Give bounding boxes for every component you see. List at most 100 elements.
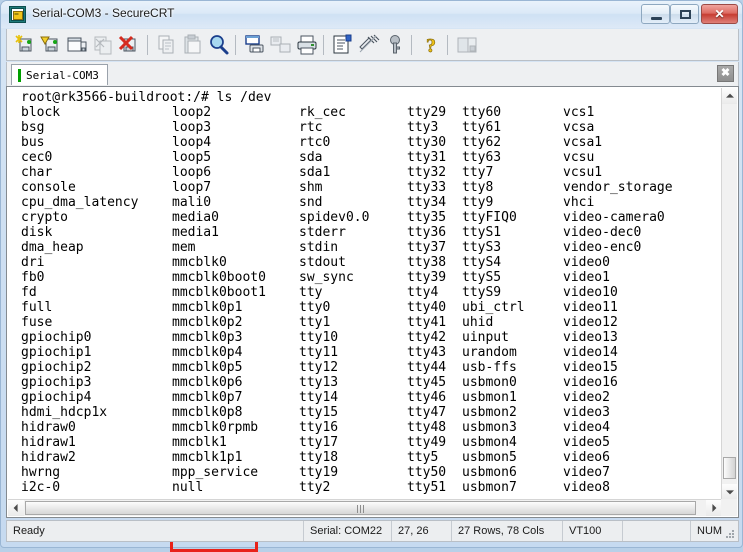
terminal-entry-video0: video0 [563, 255, 610, 270]
terminal-entry-stdout: stdout [299, 255, 346, 270]
status-blank [622, 521, 690, 541]
tab-close-button[interactable]: ✖ [717, 65, 734, 82]
terminal-entry-mmcblk0rpmb: mmcblk0rpmb [172, 420, 258, 435]
terminal-entry-tty12: tty12 [299, 360, 338, 375]
session-options-icon[interactable] [331, 33, 355, 57]
terminal-entry-mmcblk0p2: mmcblk0p2 [172, 315, 242, 330]
clone-session-icon[interactable] [91, 33, 115, 57]
terminal-entry-usb-ffs: usb-ffs [462, 360, 517, 375]
disconnect-icon[interactable] [117, 33, 141, 57]
status-serial: Serial: COM22 [303, 521, 391, 541]
terminal-entry-tty16: tty16 [299, 420, 338, 435]
copy-icon[interactable] [155, 33, 179, 57]
terminal-entry-usbmon5: usbmon5 [462, 450, 517, 465]
resize-grip-icon[interactable] [725, 529, 735, 539]
find-icon[interactable] [207, 33, 231, 57]
terminal-entry-tty8: tty8 [462, 180, 493, 195]
terminal-entry-video5: video5 [563, 435, 610, 450]
terminal-entry-mmcblk0p5: mmcblk0p5 [172, 360, 242, 375]
terminal-entry-full: full [21, 300, 52, 315]
terminal-entry-tty11: tty11 [299, 345, 338, 360]
terminal-entry-tty37: tty37 [407, 240, 446, 255]
status-ready: Ready [13, 521, 45, 541]
terminal-entry-loop5: loop5 [172, 150, 211, 165]
print-screen-icon[interactable] [243, 33, 267, 57]
scroll-down-button[interactable] [722, 484, 737, 500]
close-icon: ✕ [702, 8, 737, 20]
terminal-entry-tty30: tty30 [407, 135, 446, 150]
terminal-entry-video10: video10 [563, 285, 618, 300]
connect-icon[interactable] [13, 33, 37, 57]
terminal-entry-mmcblk0p1: mmcblk0p1 [172, 300, 242, 315]
terminal-entry-mmcblk1p1: mmcblk1p1 [172, 450, 242, 465]
terminal-entry-usbmon1: usbmon1 [462, 390, 517, 405]
vertical-scrollbar-thumb[interactable] [723, 457, 736, 479]
maximize-button[interactable] [670, 4, 699, 24]
help-icon[interactable]: ? [419, 33, 443, 57]
chevron-left-icon [14, 504, 18, 512]
paste-icon[interactable] [181, 33, 205, 57]
terminal-entry-tty2: tty2 [299, 480, 330, 495]
terminal-entry-video12: video12 [563, 315, 618, 330]
scroll-up-button[interactable] [722, 88, 737, 104]
vertical-scrollbar[interactable] [721, 88, 737, 500]
terminal-entry-tty14: tty14 [299, 390, 338, 405]
terminal-entry-tty13: tty13 [299, 375, 338, 390]
minimize-button[interactable] [641, 4, 670, 24]
tab-serial-com3[interactable]: Serial-COM3 [11, 64, 108, 85]
scroll-right-button[interactable] [706, 500, 722, 516]
terminal-entry-dri: dri [21, 255, 44, 270]
terminal-entry-tty19: tty19 [299, 465, 338, 480]
terminal-screen[interactable]: root@rk3566-buildroot:/# ls /devblockbsg… [8, 88, 722, 500]
terminal-entry-crypto: crypto [21, 210, 68, 225]
terminal-entry-usbmon3: usbmon3 [462, 420, 517, 435]
terminal-entry-tty33: tty33 [407, 180, 446, 195]
title-bar: Serial-COM3 - SecureCRT ✕ [1, 1, 742, 28]
terminal-entry-tty31: tty31 [407, 150, 446, 165]
terminal-entry-ttys5: ttyS5 [462, 270, 501, 285]
terminal-entry-tty39: tty39 [407, 270, 446, 285]
grip-icon [357, 505, 365, 513]
terminal-entry-video2: video2 [563, 390, 610, 405]
terminal-entry-tty15: tty15 [299, 405, 338, 420]
securecrt-app-icon [9, 6, 26, 23]
terminal-entry-video-camera0: video-camera0 [563, 210, 665, 225]
quick-connect-icon[interactable] [39, 33, 63, 57]
toolbar-separator-2 [235, 35, 236, 55]
terminal-entry-gpiochip2: gpiochip2 [21, 360, 91, 375]
global-options-icon[interactable] [357, 33, 381, 57]
toolbar: ? [6, 29, 739, 61]
terminal-entry-usbmon7: usbmon7 [462, 480, 517, 495]
terminal-entry-video1: video1 [563, 270, 610, 285]
terminal-entry-video14: video14 [563, 345, 618, 360]
terminal-entry-mmcblk1: mmcblk1 [172, 435, 227, 450]
terminal-entry-tty47: tty47 [407, 405, 446, 420]
toolbar-separator-5 [447, 35, 448, 55]
terminal-entry-usbmon4: usbmon4 [462, 435, 517, 450]
terminal-entry-gpiochip1: gpiochip1 [21, 345, 91, 360]
chat-window-icon[interactable] [455, 33, 479, 57]
horizontal-scrollbar-thumb[interactable] [25, 501, 696, 515]
close-button[interactable]: ✕ [701, 4, 738, 24]
terminal-entry-tty1: tty1 [299, 315, 330, 330]
print-icon[interactable] [295, 33, 319, 57]
terminal-entry-vhci: vhci [563, 195, 594, 210]
terminal-entry-dma-heap: dma_heap [21, 240, 84, 255]
terminal-entry-tty9: tty9 [462, 195, 493, 210]
terminal-entry-tty4: tty4 [407, 285, 438, 300]
horizontal-scrollbar[interactable] [8, 499, 722, 516]
terminal-entry-tty62: tty62 [462, 135, 501, 150]
scroll-left-button[interactable] [8, 500, 24, 516]
log-session-icon[interactable] [269, 33, 293, 57]
terminal-entry-tty7: tty7 [462, 165, 493, 180]
tab-active-indicator [18, 69, 21, 82]
minimize-icon [651, 17, 662, 20]
connect-in-tab-icon[interactable] [65, 33, 89, 57]
terminal-entry-tty0: tty0 [299, 300, 330, 315]
maximize-icon [680, 10, 691, 19]
status-bar: Ready Serial: COM22 27, 26 27 Rows, 78 C… [6, 520, 739, 542]
terminal-entry-hidraw0: hidraw0 [21, 420, 76, 435]
key-icon[interactable] [383, 33, 407, 57]
terminal-entry-mem: mem [172, 240, 195, 255]
terminal-entry-tty32: tty32 [407, 165, 446, 180]
